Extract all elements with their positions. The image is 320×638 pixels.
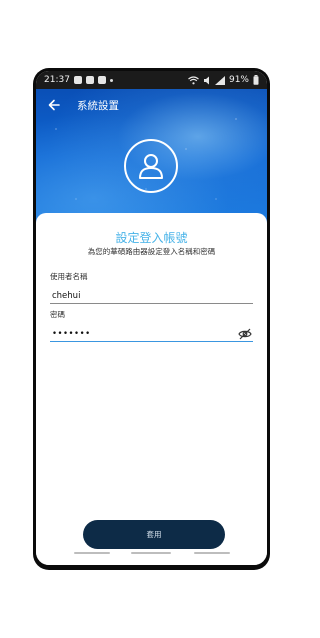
toggle-password-visibility-button[interactable] [237,327,253,341]
eye-off-icon [238,328,252,340]
arrow-left-icon [48,99,60,111]
image-notification-icon [85,76,94,84]
status-right: 91% [188,75,259,85]
phone-frame: 21:37 91% 系統設置 設定登入帳號 為您的華碩路由器設定登入名稱和密碼 … [33,68,270,570]
wifi-icon [188,75,199,85]
form-title: 設定登入帳號 [115,231,188,245]
login-setup-card: 設定登入帳號 為您的華碩路由器設定登入名稱和密碼 使用者名稱 密碼 套用 [36,213,267,565]
nav-recents-hint[interactable] [74,552,110,554]
username-field[interactable] [50,288,253,304]
battery-level: 91% [228,75,249,85]
notification-icon [73,76,82,84]
app-notification-icon [97,76,106,84]
app-screen: 21:37 91% 系統設置 設定登入帳號 為您的華碩路由器設定登入名稱和密碼 … [36,71,267,565]
mute-icon [203,76,211,85]
username-label: 使用者名稱 [50,272,88,281]
back-button[interactable] [42,93,66,117]
status-bar: 21:37 91% [36,71,267,89]
header-banner: 系統設置 [36,89,267,225]
battery-icon [253,75,259,85]
user-avatar [124,139,178,193]
nav-home-hint[interactable] [131,552,171,554]
nav-back-hint[interactable] [194,552,230,554]
apply-button[interactable]: 套用 [83,520,225,549]
password-field[interactable] [50,326,253,342]
top-app-bar: 系統設置 [36,93,267,117]
password-label: 密碼 [50,310,65,319]
form-subtitle: 為您的華碩路由器設定登入名稱和密碼 [87,247,216,256]
status-time: 21:37 [44,75,70,85]
page-title: 系統設置 [77,99,119,112]
more-notifications-dot-icon [109,78,113,82]
user-icon [139,154,163,179]
signal-icon [214,75,225,85]
status-left: 21:37 [44,75,113,85]
